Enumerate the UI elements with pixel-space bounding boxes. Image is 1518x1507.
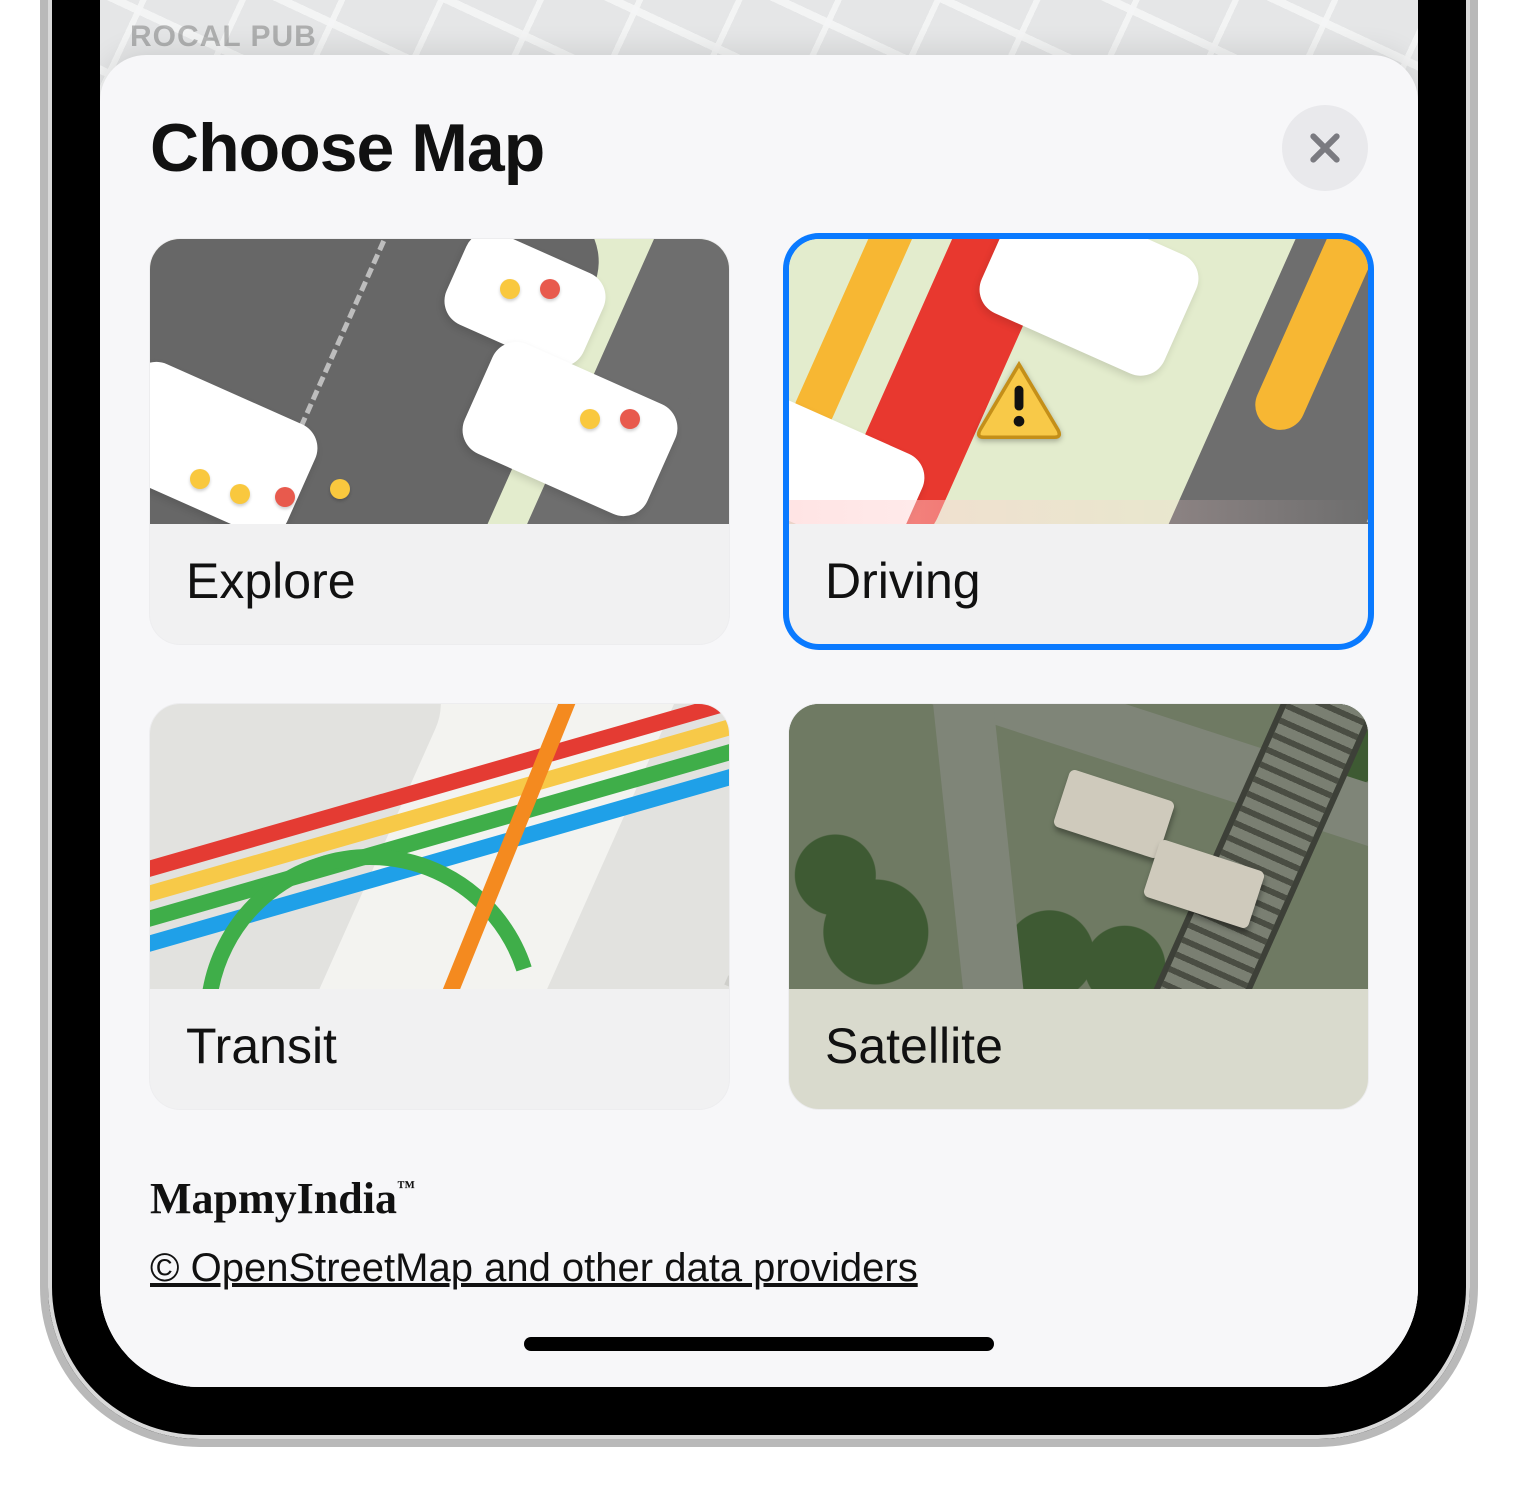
poi-dot-icon <box>540 279 560 299</box>
home-indicator[interactable] <box>524 1337 994 1351</box>
map-option-transit[interactable]: Transit <box>150 704 729 1109</box>
map-option-label: Driving <box>789 524 1368 644</box>
poi-dot-icon <box>500 279 520 299</box>
satellite-thumbnail <box>789 704 1368 989</box>
sheet-header: Choose Map <box>150 105 1368 191</box>
map-option-satellite[interactable]: Satellite <box>789 704 1368 1109</box>
choose-map-sheet: Choose Map <box>100 55 1418 1387</box>
sheet-title: Choose Map <box>150 109 544 187</box>
close-icon <box>1305 128 1345 168</box>
transit-thumbnail <box>150 704 729 989</box>
attribution-link[interactable]: © OpenStreetMap and other data providers <box>150 1246 918 1291</box>
poi-dot-icon <box>330 479 350 499</box>
traffic-warning-icon <box>974 359 1064 439</box>
screen: ROCAL PUB Choose Map <box>100 0 1418 1387</box>
phone-frame: ROCAL PUB Choose Map <box>0 0 1518 1507</box>
sheet-footer: MapmyIndia © OpenStreetMap and other dat… <box>150 1173 1368 1291</box>
driving-thumbnail <box>789 239 1368 524</box>
map-option-label: Explore <box>150 524 729 644</box>
poi-dot-icon <box>620 409 640 429</box>
background-map-label: ROCAL PUB <box>130 20 317 54</box>
poi-dot-icon <box>190 469 210 489</box>
map-option-driving[interactable]: Driving <box>789 239 1368 644</box>
close-button[interactable] <box>1282 105 1368 191</box>
explore-thumbnail <box>150 239 729 524</box>
map-option-explore[interactable]: Explore <box>150 239 729 644</box>
poi-dot-icon <box>275 487 295 507</box>
poi-dot-icon <box>230 484 250 504</box>
map-option-label: Transit <box>150 989 729 1109</box>
map-options-grid: Explore <box>150 239 1368 1109</box>
map-option-label: Satellite <box>789 989 1368 1109</box>
mapmyindia-logo: MapmyIndia <box>150 1173 411 1224</box>
poi-dot-icon <box>580 409 600 429</box>
